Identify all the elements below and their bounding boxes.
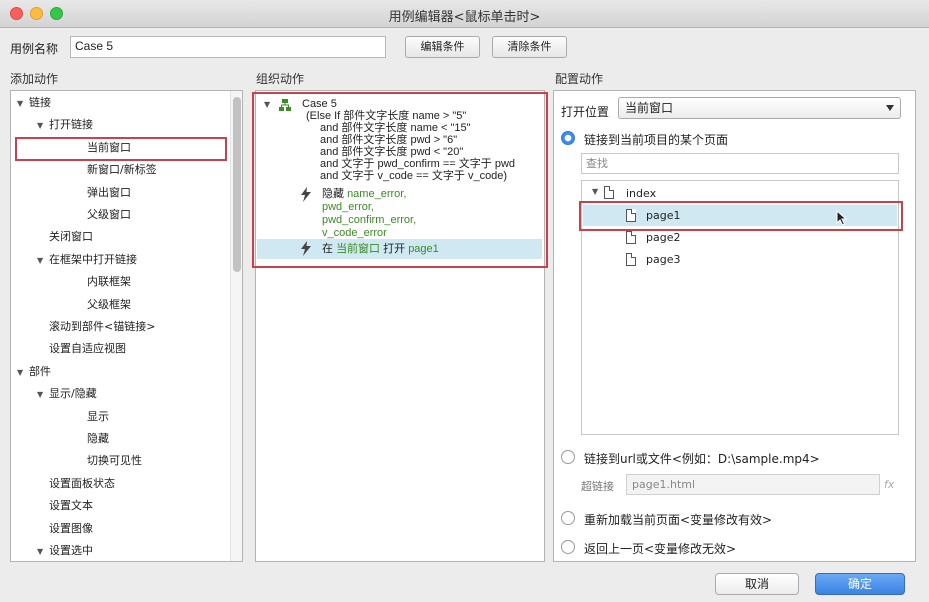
clear-condition-button[interactable]: 清除条件 — [492, 36, 567, 58]
action-tree-label: 显示/隐藏 — [49, 387, 97, 401]
action-tree-label: 部件 — [29, 364, 51, 378]
page-icon — [626, 231, 636, 244]
action-tree-label: 打开链接 — [49, 118, 93, 132]
action-tree-label: 滚动到部件<锚链接> — [49, 320, 156, 333]
ok-button[interactable]: 确定 — [815, 573, 905, 595]
action-tree-item[interactable]: 父级框架 — [57, 294, 131, 316]
open-position-label: 打开位置 — [561, 105, 610, 119]
expand-arrow-icon[interactable]: ▼ — [37, 541, 49, 561]
action-tree-item[interactable]: 滚动到部件<锚链接> — [37, 316, 155, 338]
page-icon — [604, 186, 614, 199]
page-item-page3[interactable]: page3 — [646, 253, 680, 266]
action-tree-label: 隐藏 — [87, 432, 109, 445]
case-name-label: 用例名称 — [10, 42, 59, 56]
chevron-down-icon — [886, 105, 894, 111]
action-tree-item[interactable]: 设置文本 — [37, 495, 93, 517]
action-tree-item[interactable]: ▼ 设置选中 — [37, 540, 93, 561]
action-tree-item[interactable]: 关闭窗口 — [37, 226, 93, 248]
action-tree-label: 父级框架 — [87, 297, 131, 311]
window-title: 用例编辑器<鼠标单击时> — [388, 10, 541, 25]
cancel-button[interactable]: 取消 — [715, 573, 799, 595]
expand-arrow-icon[interactable]: ▼ — [37, 384, 49, 406]
action-tree-item[interactable]: 设置面板状态 — [37, 473, 115, 495]
link-url-label: 链接到url或文件<例如：D:\sample.mp4> — [584, 452, 820, 466]
action-tree-item[interactable]: 设置图像 — [37, 518, 93, 540]
action-tree-item[interactable]: ▼ 链接 — [17, 92, 51, 114]
action-tree-item[interactable]: 切换可见性 — [57, 450, 142, 472]
action-tree-label: 关闭窗口 — [49, 230, 93, 244]
expand-arrow-icon[interactable]: ▼ — [37, 250, 49, 272]
action-tree-label: 内联框架 — [87, 275, 131, 289]
go-back-label: 返回上一页<变量修改无效> — [584, 542, 737, 556]
action-tree-item[interactable]: 弹出窗口 — [57, 182, 131, 204]
case-name-input[interactable]: Case 5 — [70, 36, 386, 58]
fx-button[interactable]: fx — [884, 478, 894, 491]
action-tree-item[interactable]: ▼ 在框架中打开链接 — [37, 249, 137, 271]
action-tree-item[interactable]: ▼ 显示/隐藏 — [37, 383, 97, 405]
page1-highlight — [579, 201, 903, 231]
title-bar: 用例编辑器<鼠标单击时> — [0, 0, 929, 28]
page-item-index[interactable]: index — [626, 187, 656, 200]
organize-action-heading: 组织动作 — [256, 72, 305, 86]
action-tree-item[interactable]: ▼ 部件 — [17, 361, 51, 383]
action-tree-item[interactable]: 设置自适应视图 — [37, 338, 126, 360]
action-tree-label: 设置自适应视图 — [49, 342, 126, 356]
expand-arrow-icon[interactable]: ▼ — [17, 93, 29, 115]
action-tree-item[interactable]: 新窗口/新标签 — [57, 159, 157, 181]
actions-scrollbar-thumb[interactable] — [233, 97, 241, 272]
link-page-label: 链接到当前项目的某个页面 — [584, 133, 729, 147]
action-tree-item[interactable]: 父级窗口 — [57, 204, 131, 226]
case-highlight — [252, 92, 548, 268]
edit-condition-button[interactable]: 编辑条件 — [405, 36, 480, 58]
expand-arrow-icon[interactable]: ▼ — [17, 362, 29, 384]
link-page-radio[interactable] — [561, 131, 575, 145]
action-tree-label: 链接 — [29, 96, 51, 109]
action-tree-label: 弹出窗口 — [87, 185, 131, 199]
page-icon — [626, 253, 636, 266]
action-tree-item[interactable]: 隐藏 — [57, 428, 109, 450]
reload-page-radio[interactable] — [561, 511, 575, 525]
action-tree-label: 显示 — [87, 409, 109, 423]
link-url-radio[interactable] — [561, 450, 575, 464]
hyperlink-label: 超链接 — [581, 480, 614, 493]
page-search-input[interactable]: 查找 — [581, 153, 899, 174]
reload-page-label: 重新加载当前页面<变量修改有效> — [584, 513, 773, 527]
action-tree-item[interactable]: ▼ 打开链接 — [37, 114, 93, 136]
index-collapse-arrow[interactable]: ▼ — [592, 187, 598, 196]
go-back-radio[interactable] — [561, 540, 575, 554]
action-tree-label: 设置面板状态 — [49, 476, 115, 490]
hyperlink-input[interactable]: page1.html — [626, 474, 880, 495]
action-tree-label: 设置文本 — [49, 499, 93, 513]
configure-action-heading: 配置动作 — [555, 72, 604, 86]
current-window-highlight — [15, 137, 227, 161]
action-tree-label: 父级窗口 — [87, 208, 131, 221]
action-tree-label: 切换可见性 — [87, 454, 142, 468]
add-action-heading: 添加动作 — [10, 72, 59, 86]
action-tree-item[interactable]: 内联框架 — [57, 271, 131, 293]
action-tree-label: 设置选中 — [49, 544, 93, 557]
action-tree-label: 设置图像 — [49, 521, 93, 535]
action-tree-label: 在框架中打开链接 — [49, 252, 137, 266]
open-position-select[interactable]: 当前窗口 — [618, 97, 901, 119]
action-tree-item[interactable]: 显示 — [57, 406, 109, 428]
expand-arrow-icon[interactable]: ▼ — [37, 115, 49, 137]
page-item-page2[interactable]: page2 — [646, 231, 680, 244]
action-tree-label: 新窗口/新标签 — [87, 163, 157, 177]
